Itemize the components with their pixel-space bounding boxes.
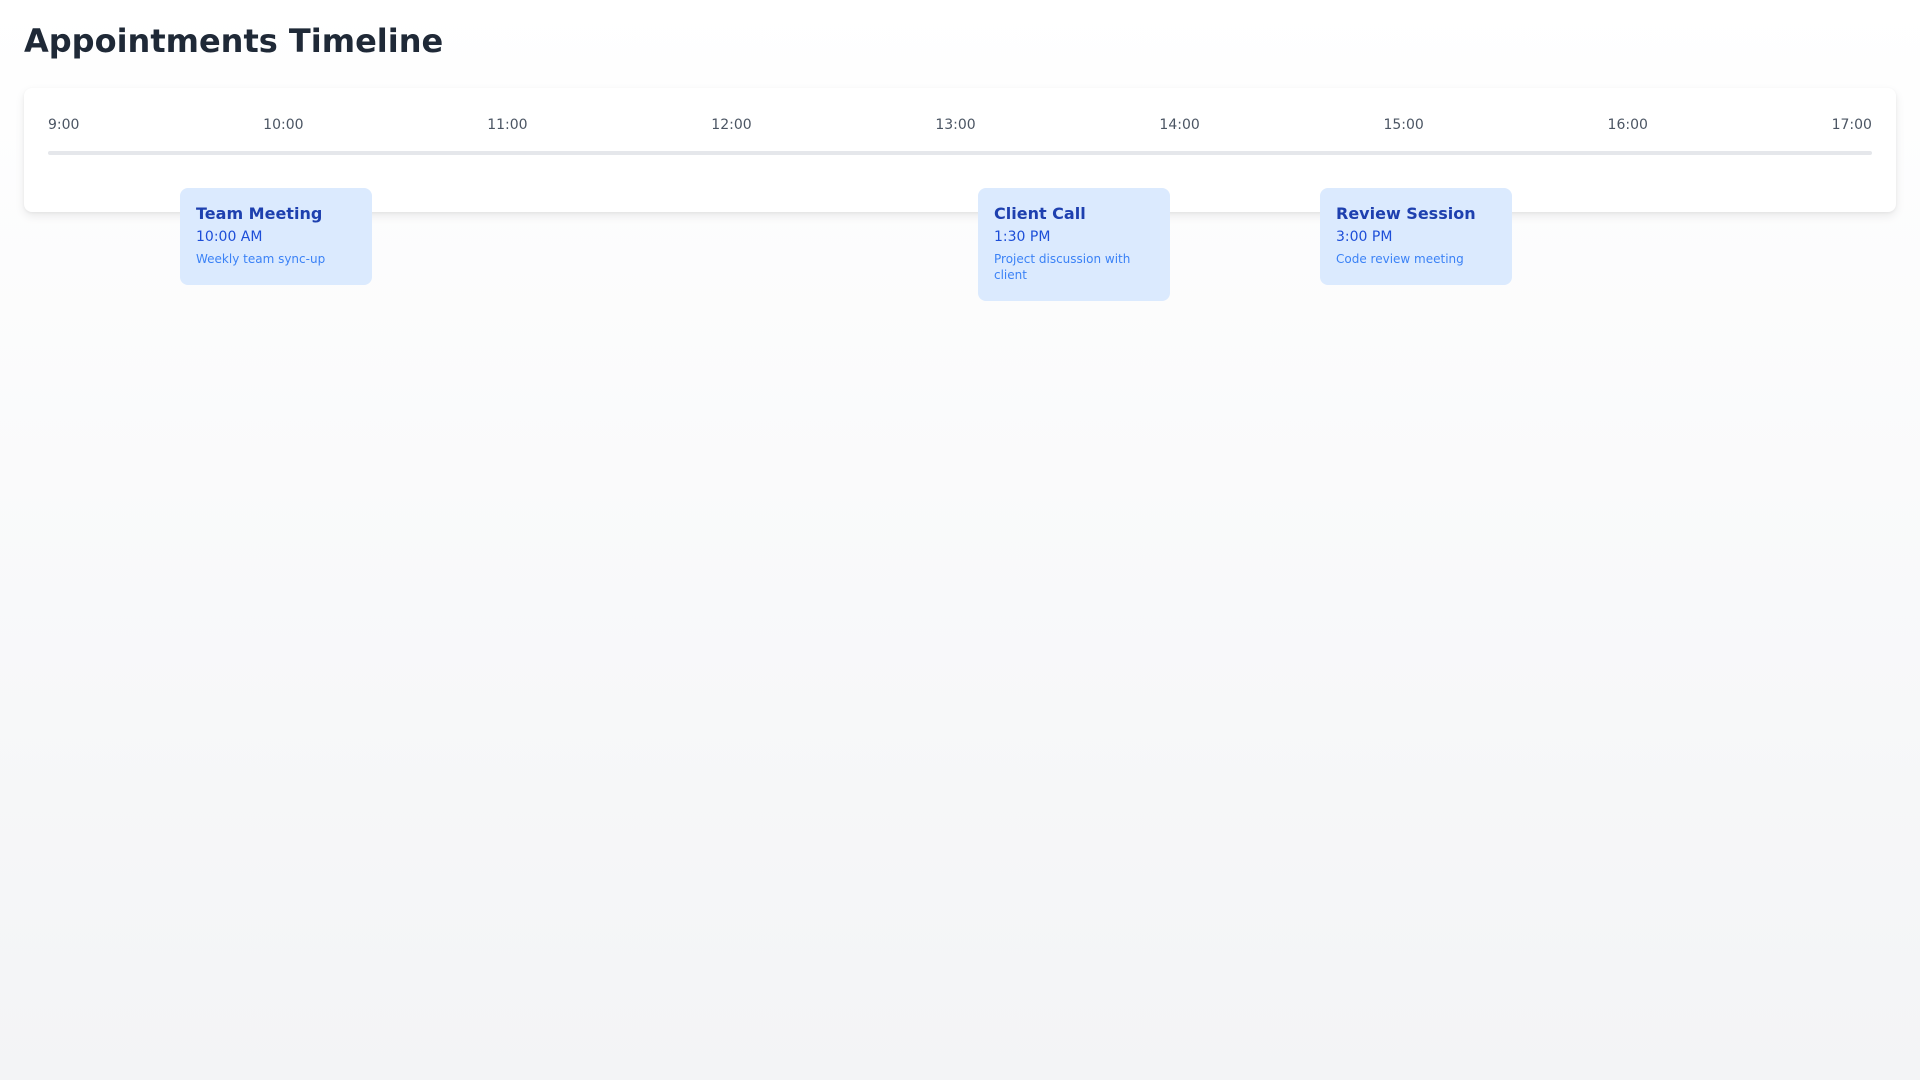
appointment-title: Review Session [1336, 204, 1476, 223]
hour-label-9: 9:00 [48, 117, 80, 133]
hour-label-16: 16:00 [1607, 117, 1648, 133]
hour-label-13: 13:00 [935, 117, 976, 133]
appointment-card-team-meeting[interactable]: Team Meeting 10:00 AM Weekly team sync-u… [180, 188, 372, 285]
page-title: Appointments Timeline [24, 22, 444, 60]
appointment-description: Weekly team sync-up [196, 252, 326, 266]
hour-label-10: 10:00 [263, 117, 304, 133]
hour-label-15: 15:00 [1383, 117, 1424, 133]
hour-label-14: 14:00 [1159, 117, 1200, 133]
appointment-description: Code review meeting [1336, 252, 1464, 266]
appointment-card-client-call[interactable]: Client Call 1:30 PM Project discussion w… [978, 188, 1170, 301]
appointment-card-review-session[interactable]: Review Session 3:00 PM Code review meeti… [1320, 188, 1512, 285]
hour-label-17: 17:00 [1831, 117, 1872, 133]
appointment-time: 10:00 AM [196, 229, 263, 245]
appointment-title: Team Meeting [196, 204, 323, 223]
appointment-time: 1:30 PM [994, 229, 1051, 245]
timeline-track [48, 151, 1872, 155]
hour-label-12: 12:00 [711, 117, 752, 133]
appointment-description: Project discussion with client [994, 252, 1131, 282]
hour-labels: 9:00 10:00 11:00 12:00 13:00 14:00 15:00… [48, 116, 1872, 134]
appointment-title: Client Call [994, 204, 1086, 223]
appointment-time: 3:00 PM [1336, 229, 1393, 245]
hour-label-11: 11:00 [487, 117, 528, 133]
